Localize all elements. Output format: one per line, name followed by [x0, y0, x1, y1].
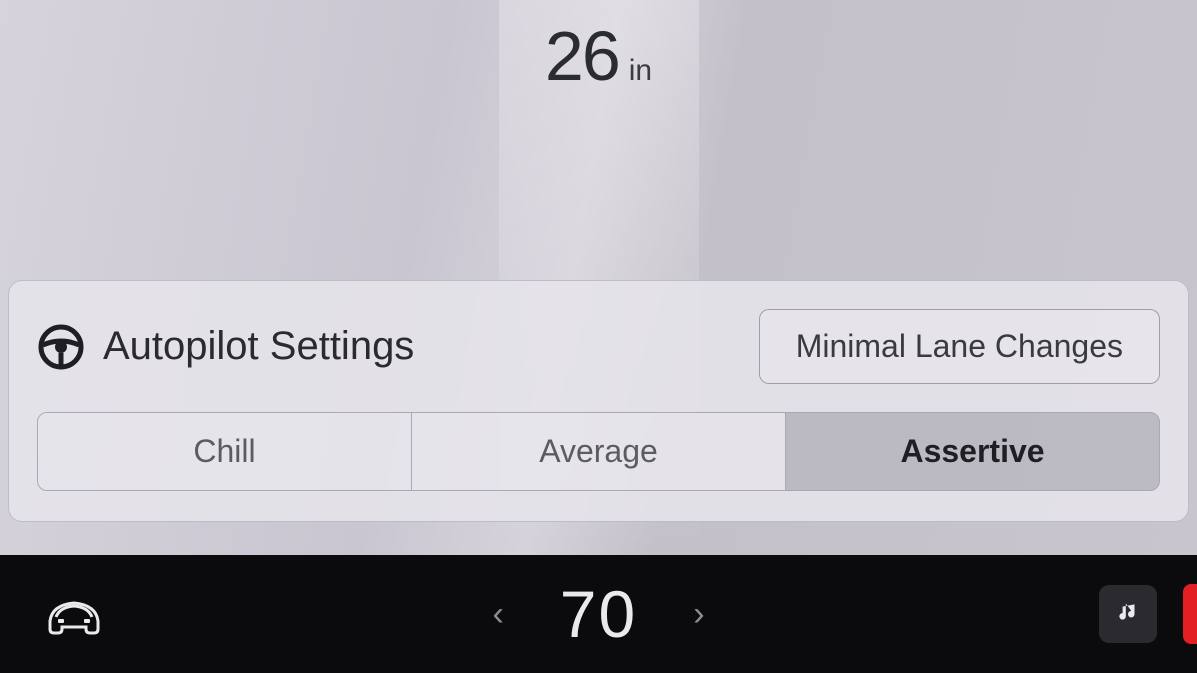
panel-title: Autopilot Settings: [103, 324, 414, 369]
speed-decrease-button[interactable]: ‹: [482, 585, 513, 644]
bottom-dock: ‹ 70 ›: [0, 555, 1197, 673]
distance-unit: in: [629, 54, 652, 88]
speed-control: ‹ 70 ›: [482, 576, 714, 652]
dock-left: [40, 591, 108, 637]
distance-readout: 26 in: [545, 16, 652, 96]
red-edge-indicator: [1183, 584, 1197, 644]
speed-increase-button[interactable]: ›: [683, 585, 714, 644]
music-button[interactable]: [1099, 585, 1157, 643]
dock-right: [1099, 585, 1157, 643]
mode-option-assertive[interactable]: Assertive: [786, 413, 1159, 490]
mode-option-average[interactable]: Average: [412, 413, 786, 490]
car-icon[interactable]: [40, 591, 108, 637]
mode-option-chill[interactable]: Chill: [38, 413, 412, 490]
music-note-icon: [1115, 599, 1141, 630]
panel-title-wrap: Autopilot Settings: [37, 323, 414, 371]
driving-mode-segmented-control: Chill Average Assertive: [37, 412, 1160, 491]
distance-value: 26: [545, 16, 619, 96]
panel-header: Autopilot Settings Minimal Lane Changes: [37, 309, 1160, 384]
speed-value: 70: [560, 576, 637, 652]
steering-wheel-icon: [37, 323, 85, 371]
minimal-lane-changes-button[interactable]: Minimal Lane Changes: [759, 309, 1160, 384]
autopilot-settings-panel: Autopilot Settings Minimal Lane Changes …: [8, 280, 1189, 522]
